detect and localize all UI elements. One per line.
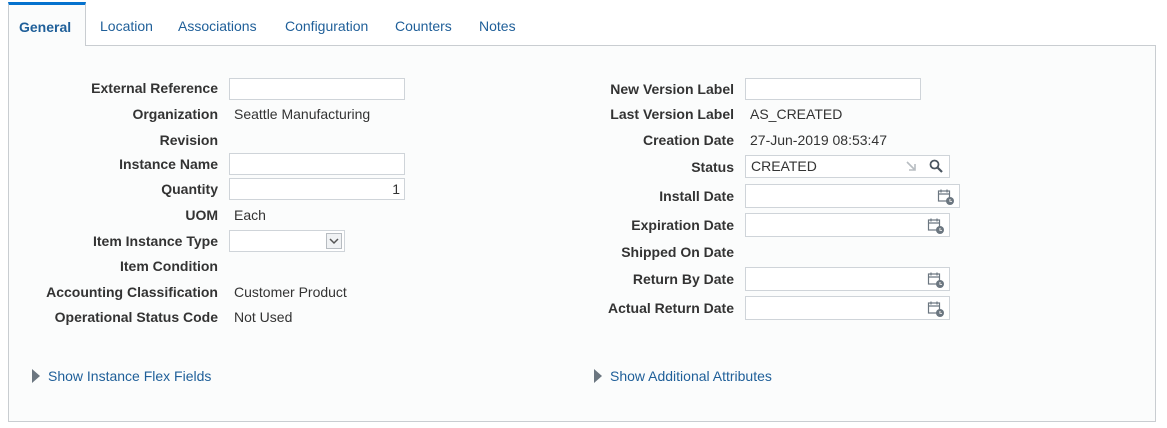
tab-general[interactable]: General	[8, 2, 86, 46]
creation-date-value: 27-Jun-2019 08:53:47	[750, 132, 887, 148]
tab-notes[interactable]: Notes	[479, 18, 516, 34]
tab-configuration[interactable]: Configuration	[285, 18, 368, 34]
disclosure-triangle-icon[interactable]	[32, 369, 40, 383]
creation-date-label: Creation Date	[642, 132, 734, 148]
item-instance-type-label: Item Instance Type	[92, 233, 218, 249]
status-field[interactable]: CREATED	[745, 155, 950, 178]
calendar-icon[interactable]	[927, 271, 945, 289]
search-icon[interactable]	[928, 158, 946, 176]
show-instance-flex-fields-label: Show Instance Flex Fields	[48, 368, 212, 384]
show-additional-attributes-label: Show Additional Attributes	[610, 368, 772, 384]
calendar-icon[interactable]	[927, 217, 945, 235]
quantity-input[interactable]	[229, 178, 405, 200]
expiration-date-label: Expiration Date	[631, 217, 734, 233]
organization-label: Organization	[132, 106, 218, 122]
accounting-classification-label: Accounting Classification	[46, 284, 218, 300]
new-version-label-input[interactable]	[745, 78, 921, 100]
tab-location[interactable]: Location	[100, 18, 153, 34]
external-reference-label: External Reference	[91, 80, 218, 96]
instance-name-input[interactable]	[229, 153, 405, 175]
tab-associations[interactable]: Associations	[178, 18, 257, 34]
instance-name-label: Instance Name	[119, 156, 218, 172]
item-condition-label: Item Condition	[120, 258, 218, 274]
shipped-on-date-label: Shipped On Date	[621, 244, 734, 260]
status-label: Status	[691, 159, 734, 175]
actual-return-date-label: Actual Return Date	[607, 300, 734, 316]
operational-status-code-label: Operational Status Code	[54, 309, 218, 325]
last-version-label-label: Last Version Label	[610, 106, 734, 122]
clear-arrow-icon[interactable]	[904, 159, 922, 177]
calendar-icon[interactable]	[927, 300, 945, 318]
quantity-label: Quantity	[161, 181, 218, 197]
external-reference-input[interactable]	[229, 78, 405, 100]
tab-general-label: General	[19, 19, 72, 35]
revision-label: Revision	[159, 132, 218, 148]
new-version-label-label: New Version Label	[610, 81, 734, 97]
calendar-icon[interactable]	[937, 188, 955, 206]
organization-value: Seattle Manufacturing	[234, 106, 371, 122]
show-instance-flex-fields-link[interactable]: Show Instance Flex Fields	[32, 368, 211, 384]
return-by-date-label: Return By Date	[632, 271, 734, 287]
show-additional-attributes-link[interactable]: Show Additional Attributes	[594, 368, 772, 384]
tab-bar: General Location Associations Configurat…	[0, 0, 1167, 46]
last-version-label-value: AS_CREATED	[750, 106, 843, 122]
disclosure-triangle-icon[interactable]	[594, 369, 602, 383]
expiration-date-input[interactable]	[745, 213, 950, 237]
uom-value: Each	[234, 207, 266, 223]
uom-label: UOM	[185, 207, 218, 223]
accounting-classification-value: Customer Product	[234, 284, 347, 300]
return-by-date-input[interactable]	[745, 267, 950, 291]
tab-counters[interactable]: Counters	[395, 18, 452, 34]
install-date-input[interactable]	[745, 184, 960, 208]
item-instance-type-select[interactable]	[229, 230, 345, 252]
chevron-down-icon[interactable]	[326, 233, 342, 249]
status-value: CREATED	[751, 158, 817, 174]
install-date-label: Install Date	[659, 188, 734, 204]
operational-status-code-value: Not Used	[234, 309, 293, 325]
actual-return-date-input[interactable]	[745, 296, 950, 320]
